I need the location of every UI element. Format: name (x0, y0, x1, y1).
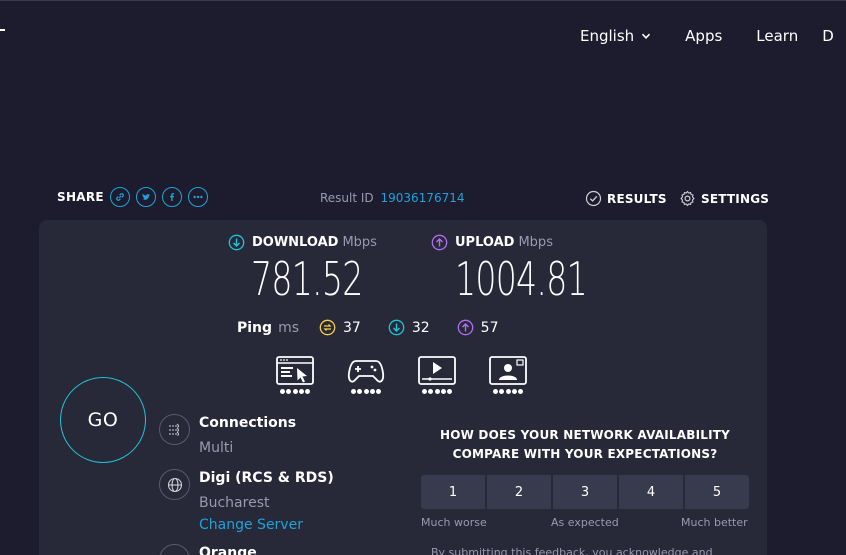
connections-icon (159, 414, 190, 445)
settings-label: SETTINGS (701, 191, 770, 206)
twitter-icon[interactable] (135, 187, 156, 207)
rating-button-1[interactable]: 1 (421, 475, 485, 509)
top-nav: English Apps Learn D (580, 27, 834, 45)
download-label: DOWNLOAD (252, 235, 339, 250)
video-streaming-icon (418, 356, 456, 385)
gear-icon (680, 190, 695, 207)
upload-label: UPLOAD (455, 235, 515, 250)
nav-learn-link[interactable]: Learn (756, 27, 798, 45)
web-browsing-rating (280, 389, 311, 394)
language-selector[interactable]: English (580, 27, 651, 45)
share-bar: SHARE (57, 187, 214, 207)
rating-button-4[interactable]: 4 (619, 475, 683, 509)
survey-disclaimer: By submitting this feedback, you acknowl… (431, 546, 713, 555)
download-header: DOWNLOAD Mbps (228, 234, 377, 251)
go-button[interactable]: GO (60, 377, 146, 463)
survey-question: HOW DOES YOUR NETWORK AVAILABILITY COMPA… (439, 428, 731, 461)
upload-latency-icon (457, 319, 474, 336)
rating-button-3[interactable]: 3 (553, 475, 617, 509)
check-circle-icon (585, 190, 602, 207)
download-ping[interactable]: 32 (388, 319, 430, 336)
results-button[interactable]: RESULTS (585, 190, 667, 207)
gaming-icon (347, 360, 385, 383)
upload-header: UPLOAD Mbps (431, 234, 553, 251)
download-ping-value: 32 (411, 319, 430, 336)
idle-latency-icon (319, 319, 336, 336)
globe-icon (159, 469, 190, 500)
more-icon[interactable] (187, 187, 208, 207)
ping-row: Ping ms 37 32 57 (237, 319, 525, 336)
facebook-icon[interactable] (161, 187, 182, 207)
upload-value: 1004.81 (455, 252, 588, 306)
link-icon[interactable] (109, 187, 130, 207)
connections-value[interactable]: Multi (199, 440, 233, 456)
video-call-icon (489, 356, 527, 385)
rating-button-2[interactable]: 2 (487, 475, 551, 509)
isp-location: Bucharest (199, 495, 270, 511)
result-id-value[interactable]: 19036176714 (381, 191, 465, 205)
share-label: SHARE (57, 190, 104, 204)
nav-apps-link[interactable]: Apps (685, 27, 722, 45)
language-label: English (580, 27, 635, 45)
scale-high-label: Much better (681, 516, 748, 529)
isp-name: Digi (RCS & RDS) (199, 470, 334, 486)
upload-ping-value: 57 (480, 319, 499, 336)
video-streaming-rating (422, 389, 453, 394)
usecase-video-call[interactable] (489, 356, 527, 394)
usecase-gaming[interactable] (347, 356, 385, 394)
scale-mid-label: As expected (551, 516, 619, 529)
ping-label: Ping (237, 319, 273, 336)
download-unit: Mbps (342, 235, 377, 250)
download-arrow-icon (228, 234, 245, 251)
top-border (0, 0, 846, 1)
settings-button[interactable]: SETTINGS (679, 190, 769, 207)
upload-unit: Mbps (518, 235, 553, 250)
web-browsing-icon (276, 356, 314, 385)
video-call-rating (493, 389, 524, 394)
server-name: Orange (199, 545, 257, 555)
usecase-ratings (276, 356, 560, 394)
connections-title: Connections (199, 415, 297, 431)
gaming-rating (351, 389, 382, 394)
result-id: Result ID 19036176714 (320, 191, 464, 205)
change-server-link[interactable]: Change Server (199, 517, 303, 533)
survey-rating-scale: 1 2 3 4 5 (421, 475, 749, 509)
download-latency-icon (388, 319, 405, 336)
upload-ping[interactable]: 57 (457, 319, 499, 336)
usecase-web-browsing[interactable] (276, 356, 314, 394)
download-value: 781.52 (251, 252, 363, 306)
scale-low-label: Much worse (421, 516, 487, 529)
nav-partial-link[interactable]: D (822, 27, 834, 45)
logo[interactable] (0, 29, 5, 31)
idle-ping-value: 37 (343, 319, 361, 336)
result-id-label: Result ID (320, 191, 374, 205)
chevron-down-icon (642, 33, 651, 39)
idle-ping[interactable]: 37 (319, 319, 361, 336)
usecase-video-streaming[interactable] (418, 356, 456, 394)
ping-unit: ms (278, 319, 299, 336)
rating-button-5[interactable]: 5 (685, 475, 749, 509)
upload-arrow-icon (431, 234, 448, 251)
results-label: RESULTS (607, 191, 667, 206)
